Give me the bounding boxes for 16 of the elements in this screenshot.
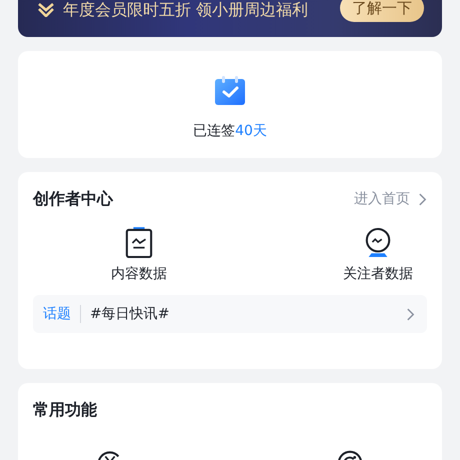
data-entry[interactable]: 关注者数据	[333, 227, 423, 283]
clipboard-chart-icon	[125, 227, 153, 259]
section-title: 创作者中心	[33, 188, 113, 210]
section-title: 常用功能	[33, 400, 97, 420]
chevron-right-icon	[418, 192, 427, 206]
topic-tag: 话题	[43, 305, 71, 323]
topic-text: #每日快讯#	[90, 305, 170, 323]
topic-bar[interactable]: 话题 #每日快讯#	[33, 295, 427, 333]
chevron-right-icon	[406, 308, 415, 320]
checkin-status: 已连签40天	[193, 122, 267, 140]
data-entry[interactable]: 内容数据	[94, 227, 184, 283]
calendar-check-icon[interactable]	[214, 76, 246, 106]
chart-circle-icon	[364, 227, 392, 259]
learn-more-button[interactable]: 了解一下	[340, 0, 424, 22]
chevron-logo-icon	[38, 3, 54, 17]
promo-text: 年度会员限时五折 领小册周边福利	[63, 0, 308, 20]
